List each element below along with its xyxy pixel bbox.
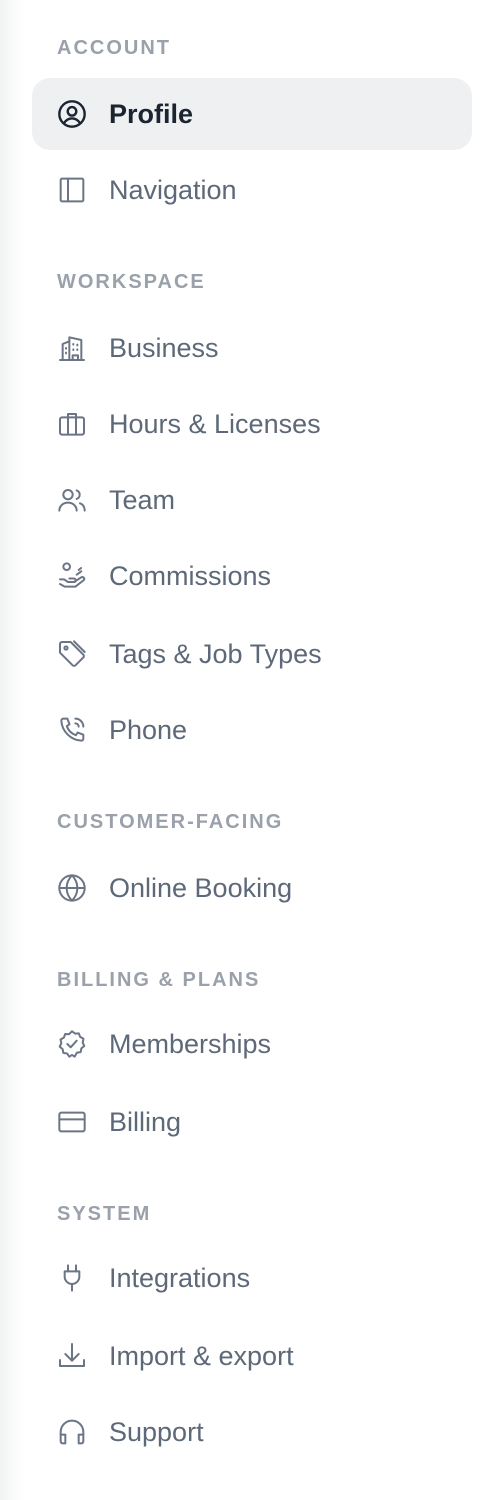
globe-icon (56, 872, 88, 904)
sidebar-item-billing[interactable]: Billing (32, 1086, 472, 1158)
user-circle-icon (56, 98, 88, 130)
credit-card-icon (56, 1106, 88, 1138)
headset-icon (56, 1416, 88, 1448)
sidebar-item-label: Team (109, 485, 176, 515)
sidebar-item-memberships[interactable]: Memberships (32, 1008, 472, 1080)
settings-sidebar: ACCOUNT Profile Navigation WORKSPACE Bus… (0, 0, 504, 1500)
plug-icon (56, 1262, 88, 1294)
sidebar-item-label: Tags & Job Types (109, 639, 322, 669)
sidebar-item-phone[interactable]: Phone (32, 694, 472, 766)
hand-coins-icon (56, 560, 88, 592)
users-icon (56, 484, 88, 516)
sidebar-item-online-booking[interactable]: Online Booking (32, 852, 472, 924)
sidebar-item-team[interactable]: Team (32, 464, 472, 536)
section-label-customer-facing: CUSTOMER-FACING (57, 811, 284, 833)
section-label-account: ACCOUNT (57, 37, 171, 59)
sidebar-item-import-export[interactable]: Import & export (32, 1320, 472, 1392)
sidebar-item-label: Integrations (109, 1263, 251, 1293)
sidebar-item-label: Commissions (109, 561, 272, 591)
sidebar-item-tags-job-types[interactable]: Tags & Job Types (32, 618, 472, 690)
sidebar-item-label: Profile (109, 99, 194, 129)
sidebar-item-label: Memberships (109, 1029, 272, 1059)
phone-icon (56, 714, 88, 746)
section-label-system: SYSTEM (57, 1203, 152, 1225)
sidebar-item-label: Business (109, 333, 219, 363)
sidebar-item-profile[interactable]: Profile (32, 78, 472, 150)
sidebar-item-label: Online Booking (109, 873, 293, 903)
sidebar-item-label: Billing (109, 1107, 182, 1137)
sidebar-item-business[interactable]: Business (32, 312, 472, 384)
sidebar-item-navigation[interactable]: Navigation (32, 154, 472, 226)
download-icon (56, 1340, 88, 1372)
building-icon (56, 332, 88, 364)
briefcase-icon (56, 408, 88, 440)
sidebar-item-integrations[interactable]: Integrations (32, 1242, 472, 1314)
sidebar-item-commissions[interactable]: Commissions (32, 540, 472, 612)
sidebar-panel-icon (56, 174, 88, 206)
sidebar-item-label: Hours & Licenses (109, 409, 321, 439)
badge-check-icon (56, 1028, 88, 1060)
sidebar-item-label: Phone (109, 715, 188, 745)
sidebar-item-support[interactable]: Support (32, 1396, 472, 1468)
section-label-workspace: WORKSPACE (57, 271, 206, 293)
sidebar-item-hours-licenses[interactable]: Hours & Licenses (32, 388, 472, 460)
section-label-billing-plans: BILLING & PLANS (57, 969, 261, 991)
sidebar-item-label: Import & export (109, 1341, 294, 1371)
sidebar-item-label: Support (109, 1417, 204, 1447)
sidebar-item-label: Navigation (109, 175, 237, 205)
tag-icon (56, 638, 88, 670)
